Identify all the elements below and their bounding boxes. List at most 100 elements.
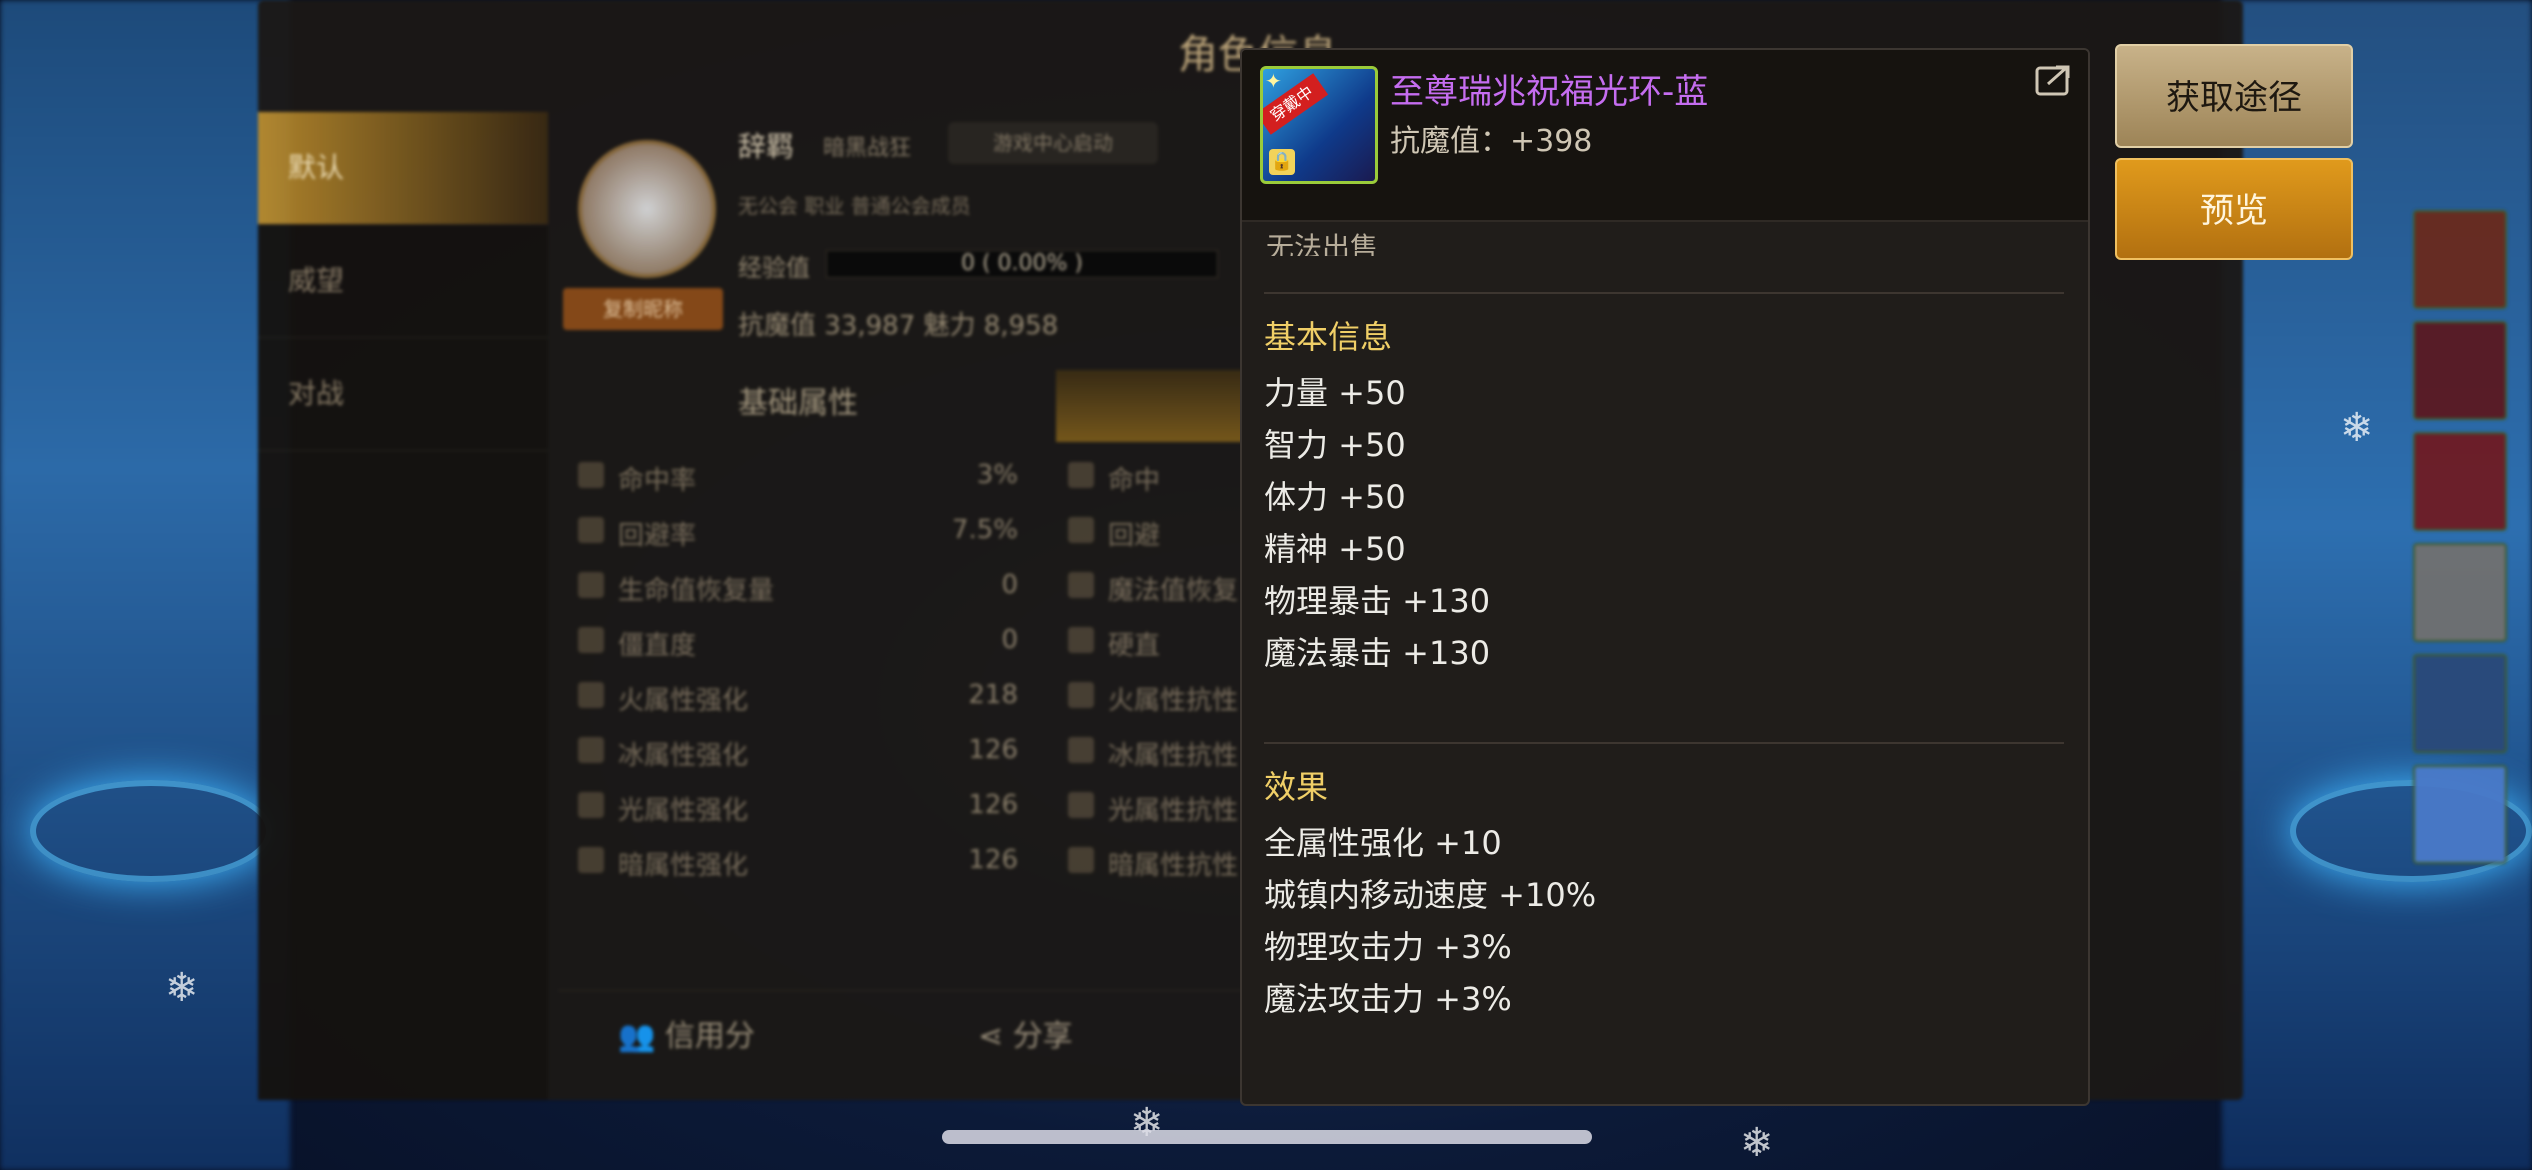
basic-info-line: 精神 +50 [1264,530,1406,568]
equipment-slot[interactable] [2413,654,2507,753]
basic-info-line: 力量 +50 [1264,374,1406,412]
character-avatar [578,140,716,278]
tab-basic-attributes[interactable]: 基础属性 [738,378,858,422]
effect-line: 全属性强化 +10 [1264,824,1502,862]
divider [1264,742,2064,744]
copy-nickname-button[interactable]: 复制昵称 [563,288,723,330]
equipment-slot[interactable] [2413,210,2507,309]
stat-name: 僵直度 [618,631,697,661]
game-center-launch-badge: 游戏中心启动 [948,122,1158,164]
stat-name: 回避 [1108,521,1161,551]
effect-line: 魔法攻击力 +3% [1264,980,1512,1018]
stat-name: 暗属性强化 [618,851,749,881]
evasion-icon [578,517,604,543]
equipment-slot[interactable] [2413,432,2507,531]
snowflake-icon: ❄ [165,965,199,1011]
snowflake-icon: ❄ [2340,405,2374,451]
basic-info-title: 基本信息 [1264,318,1393,356]
game-background-left [0,0,290,1170]
stat-value: 126 [968,735,1018,765]
unsellable-label: 无法出售 [1266,231,1379,256]
sidebar-item-default[interactable]: 默认 [258,112,548,225]
credit-score-button[interactable]: 👥 信用分 [618,1011,755,1055]
stat-value: 7.5% [951,515,1018,545]
basic-info-line: 体力 +50 [1264,478,1406,516]
effect-line: 城镇内移动速度 +10% [1264,876,1597,914]
character-class: 暗黑战狂 [823,136,912,161]
lock-icon: 🔒 [1269,149,1295,175]
exp-label: 经验值 [738,254,810,282]
light-icon [1068,792,1094,818]
character-name: 辞羁 [738,130,795,163]
attribute-table: 命中率 3% 命中 回避率 7.5% 回避 生命值恢复量 0 魔法值恢复 僵直度 0 硬直 火属… [568,450,1308,890]
ice-icon [1068,737,1094,763]
share-label: 分享 [1012,1019,1073,1054]
table-row: 光属性强化 126 光属性抗性 [568,780,1308,835]
mp-regen-icon [1068,572,1094,598]
exp-bar: 0 ( 0.00% ) [826,250,1218,278]
portal-glow-left [30,780,272,882]
basic-info-line: 智力 +50 [1264,426,1406,464]
stat-value: 218 [968,680,1018,710]
resistance-charm-line: 抗魔值 33,987 魅力 8,958 [738,311,1059,341]
stat-name: 命中 [1108,466,1161,496]
evasion-icon [1068,517,1094,543]
share-icon: ⋖ [978,1019,1004,1054]
guild-info: 无公会 职业 普通公会成员 [738,194,971,218]
share-button[interactable]: ⋖ 分享 [978,1011,1073,1055]
snowflake-icon: ❄ [1740,1120,1774,1166]
panel-sidebar: 默认 威望 对战 [258,112,548,1100]
sidebar-item-prestige[interactable]: 威望 [258,225,548,338]
stat-name: 暗属性抗性 [1108,851,1239,881]
stat-name: 硬直 [1108,631,1161,661]
dark-icon [1068,847,1094,873]
table-row: 回避率 7.5% 回避 [568,505,1308,560]
stat-value: 126 [968,845,1018,875]
stat-value: 0 [1001,625,1018,655]
get-source-button[interactable]: 获取途径 [2115,44,2353,148]
effect-title: 效果 [1264,768,1329,806]
stat-name: 回避率 [618,521,697,551]
equipment-slot-column [2413,210,2507,876]
preview-button[interactable]: 预览 [2115,158,2353,260]
table-row: 冰属性强化 126 冰属性抗性 [568,725,1308,780]
stat-value: 3% [976,460,1018,490]
stat-name: 命中率 [618,466,697,496]
stat-name: 冰属性强化 [618,741,749,771]
fire-icon [1068,682,1094,708]
table-row: 暗属性强化 126 暗属性抗性 [568,835,1308,890]
hp-regen-icon [578,572,604,598]
table-row: 僵直度 0 硬直 [568,615,1308,670]
basic-info-line: 魔法暴击 +130 [1264,634,1491,672]
equipment-slot[interactable] [2413,321,2507,420]
home-indicator[interactable] [942,1130,1592,1144]
basic-info-line: 物理暴击 +130 [1264,582,1491,620]
sparkle-icon: ✦ [1265,69,1282,93]
table-row: 生命值恢复量 0 魔法值恢复 [568,560,1308,615]
stat-name: 冰属性抗性 [1108,741,1239,771]
aura-item-icon[interactable]: ✦ 穿戴中 🔒 [1260,66,1378,184]
stagger-icon [578,627,604,653]
sidebar-item-pvp[interactable]: 对战 [258,338,548,451]
table-row: 命中率 3% 命中 [568,450,1308,505]
accuracy-icon [578,462,604,488]
equipment-slot[interactable] [2413,765,2507,864]
light-icon [578,792,604,818]
tooltip-header: ✦ 穿戴中 🔒 至尊瑞兆祝福光环-蓝 抗魔值：+398 [1242,50,2088,220]
stat-value: 0 [1001,570,1018,600]
stat-name: 魔法值恢复 [1108,576,1239,606]
equipment-slot[interactable] [2413,543,2507,642]
ice-icon [578,737,604,763]
stat-name: 光属性抗性 [1108,796,1239,826]
stat-name: 生命值恢复量 [618,576,775,606]
stat-value: 126 [968,790,1018,820]
fire-icon [578,682,604,708]
item-tooltip: ✦ 穿戴中 🔒 至尊瑞兆祝福光环-蓝 抗魔值：+398 无法出售 基本信息 力量… [1240,48,2090,1106]
stat-name: 火属性抗性 [1108,686,1239,716]
divider [1264,292,2064,294]
credit-score-label: 信用分 [664,1019,755,1054]
accuracy-icon [1068,462,1094,488]
header-divider [1242,220,2088,222]
stun-icon [1068,627,1094,653]
export-icon[interactable] [2034,62,2074,98]
